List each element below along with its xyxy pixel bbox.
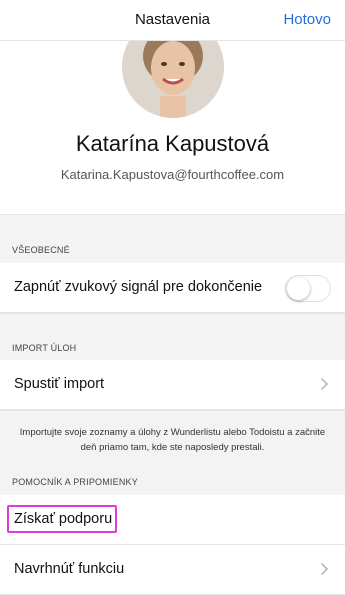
get-support-row[interactable]: Získať podporu (0, 495, 345, 545)
section-header-label: IMPORT ÚLOH (12, 343, 77, 353)
start-import-label: Spustiť import (14, 376, 105, 392)
sound-toggle[interactable] (285, 275, 331, 302)
get-support-label: Získať podporu (14, 511, 113, 527)
toggle-knob (287, 277, 310, 300)
import-note: Importujte svoje zoznamy a úlohy z Wunde… (19, 427, 326, 453)
start-import-row[interactable]: Spustiť import (0, 360, 345, 410)
profile-name: Katarína Kapustová (75, 131, 270, 156)
section-header-general: VŠEOBECNÉ (0, 214, 345, 265)
profile-email: Katarina.Kapustova@fourthcoffee.com (60, 167, 285, 182)
sound-toggle-row[interactable]: Zapnúť zvukový signál pre dokončenie (0, 263, 345, 313)
chevron-right-icon (320, 377, 329, 391)
done-button[interactable]: Hotovo (283, 11, 331, 28)
section-header-help: POMOCNÍK A PRIPOMIENKY (12, 477, 138, 487)
sound-toggle-label: Zapnúť zvukový signál pre dokončenie (14, 279, 263, 295)
chevron-right-icon (320, 562, 329, 576)
section-header-label: VŠEOBECNÉ (12, 245, 70, 255)
profile-card: Katarína Kapustová Katarina.Kapustova@fo… (0, 16, 345, 214)
navigation-bar: Nastavenia Hotovo (0, 0, 345, 41)
suggest-feature-label: Navrhnúť funkciu (14, 561, 125, 577)
section-header-import: IMPORT ÚLOH (0, 313, 345, 361)
suggest-feature-row[interactable]: Navrhnúť funkciu (0, 545, 345, 595)
